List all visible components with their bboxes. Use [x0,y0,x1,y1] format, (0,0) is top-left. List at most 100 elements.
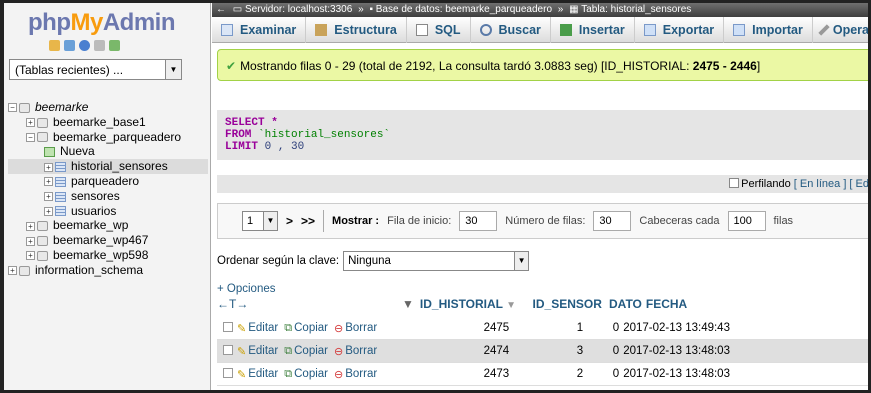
column-id-historial[interactable]: ID_HISTORIAL ▼ [420,297,524,311]
breadcrumb-table[interactable]: Tabla: historial_sensores [581,4,691,15]
expand-icon[interactable]: + [8,266,17,276]
column-fecha[interactable]: FECHA [642,297,752,311]
tab-search[interactable]: Buscar [471,17,551,43]
row-checkbox[interactable] [223,321,233,332]
sql-query-box[interactable]: SELECT * FROM `historial_sensores` LIMIT… [217,110,868,160]
tab-structure[interactable]: Estructura [306,17,407,43]
expand-icon[interactable]: + [26,236,35,246]
tab-operations[interactable]: Operac [813,17,868,43]
cell-sensor[interactable]: 2 [509,368,583,380]
delete-button[interactable]: ⊖ Borrar [334,345,377,358]
delete-button[interactable]: ⊖ Borrar [334,322,377,335]
edit-button[interactable]: ✎ Editar [237,368,278,381]
edit-button[interactable]: ✎ Editar [237,345,278,358]
breadcrumb-database[interactable]: Base de datos: beemarke_parqueadero [376,4,552,15]
expand-icon[interactable]: + [44,206,53,216]
sort-key-select[interactable]: Ninguna ▼ [343,251,530,271]
copy-button[interactable]: ⧉ Copiar [284,322,328,335]
tree-item-usuarios[interactable]: + usuarios [8,204,208,219]
tab-label: Buscar [498,23,541,37]
tree-item-label: beemarke_parqueadero [53,129,182,144]
tree-item-beemarke[interactable]: − beemarke [8,100,208,115]
cell-sensor[interactable]: 1 [509,322,583,334]
breadcrumb-server[interactable]: Servidor: localhost:3306 [245,4,352,15]
tree-item-beemarke-parqueadero[interactable]: − beemarke_parqueadero [8,130,208,145]
copy-button[interactable]: ⧉ Copiar [284,345,328,358]
inline-edit-link[interactable]: [ En línea ] [ Ed [794,178,868,190]
cell-fecha[interactable]: 2017-02-13 13:48:03 [619,368,730,380]
show-button[interactable]: Mostrar : [332,215,379,227]
row-checkbox[interactable] [223,344,233,355]
sort-dropdown-icon[interactable]: ▼ [402,297,414,311]
tab-import[interactable]: Importar [724,17,813,43]
sql-from: FROM [225,129,252,141]
chevron-down-icon[interactable]: ▼ [263,212,277,230]
help-icon[interactable] [79,40,90,51]
tree-item-sensores[interactable]: + sensores [8,189,208,204]
expand-icon[interactable]: + [44,162,53,172]
cell-dato[interactable]: 0 [583,368,619,380]
next-page-button[interactable]: > [286,214,293,228]
tab-bar: Examinar Estructura SQL Buscar Insertar … [212,17,868,43]
home-icon[interactable] [49,40,60,51]
expand-icon[interactable]: + [26,251,35,261]
tree-item-beemarke-wp467[interactable]: + beemarke_wp467 [8,233,208,248]
cell-id[interactable]: 2474 [407,345,510,357]
column-id-sensor[interactable]: ID_SENSOR [524,297,604,311]
row-select [223,344,237,358]
tree-item-beemarke-wp598[interactable]: + beemarke_wp598 [8,248,208,263]
last-page-button[interactable]: >> [301,214,315,228]
phpmyadmin-logo[interactable]: phpMyAdmin [28,9,176,37]
expand-icon[interactable]: + [44,177,53,187]
table-row: ✎ Editar ⧉ Copiar ⊖ Borrar 2473 2 0 2017-02… [217,363,868,386]
edit-button[interactable]: ✎ Editar [237,322,278,335]
profiling-bar: Perfilando [ En línea ] [ Ed [217,175,868,193]
recent-tables-select[interactable]: (Tablas recientes) ... ▼ [9,59,182,80]
tree-item-beemarke-base1[interactable]: + beemarke_base1 [8,115,208,130]
sql-limit: LIMIT [225,141,259,153]
page-select[interactable]: 1 ▼ [242,211,278,231]
expand-icon[interactable]: + [44,192,53,202]
logout-icon[interactable] [64,40,75,51]
options-link[interactable]: + Opciones [217,283,276,295]
tree-item-parqueadero[interactable]: + parqueadero [8,174,208,189]
tab-export[interactable]: Exportar [635,17,725,43]
collapse-icon[interactable]: − [8,103,17,113]
tab-insert[interactable]: Insertar [551,17,635,43]
column-dato[interactable]: DATO [604,297,642,311]
edit-label: Editar [248,322,279,334]
row-checkbox[interactable] [223,367,233,378]
delete-button[interactable]: ⊖ Borrar [334,368,377,381]
tab-sql[interactable]: SQL [407,17,471,43]
expand-icon[interactable]: + [26,118,35,128]
docs-icon[interactable] [94,40,105,51]
chevron-down-icon[interactable]: ▼ [165,60,181,79]
cell-id[interactable]: 2473 [407,368,510,380]
arrow-left-icon[interactable]: ← [216,4,226,15]
tree-item-new-table[interactable]: Nueva [8,144,208,159]
collapse-icon[interactable]: − [26,132,35,142]
copy-label: Copiar [294,368,329,380]
database-icon [37,236,48,246]
tree-item-historial-sensores[interactable]: + historial_sensores [8,159,208,174]
copy-button[interactable]: ⧉ Copiar [284,368,328,381]
column-arrows-icon[interactable]: ←T→ [217,297,248,311]
cell-id[interactable]: 2475 [407,322,510,334]
cell-fecha[interactable]: 2017-02-13 13:48:03 [619,345,730,357]
repeat-headers-input[interactable]: 100 [727,211,766,231]
profiling-checkbox[interactable] [729,178,740,188]
table-icon [55,162,66,173]
expand-icon[interactable]: + [26,221,35,231]
row-count-input[interactable]: 30 [593,211,632,231]
cell-dato[interactable]: 0 [583,345,619,357]
start-row-input[interactable]: 30 [459,211,498,231]
tree-item-beemarke-wp[interactable]: + beemarke_wp [8,218,208,233]
cell-sensor[interactable]: 3 [509,345,583,357]
tab-browse[interactable]: Examinar [212,17,307,43]
chevron-down-icon[interactable]: ▼ [514,252,529,270]
tree-item-information-schema[interactable]: + information_schema [8,263,208,278]
reload-icon[interactable] [109,40,120,51]
database-icon [19,265,30,276]
cell-dato[interactable]: 0 [583,322,619,334]
cell-fecha[interactable]: 2017-02-13 13:49:43 [619,322,730,334]
